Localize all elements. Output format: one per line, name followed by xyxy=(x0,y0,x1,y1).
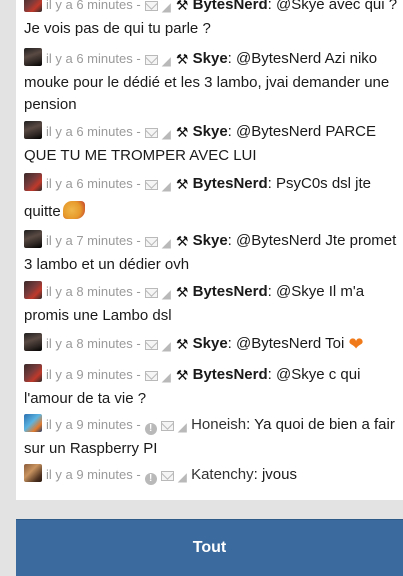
chat-message: il y a 7 minutes - ◢ ⚒ Skye: @BytesNerd Jt… xyxy=(24,230,403,276)
timestamp: il y a 6 minutes xyxy=(46,51,133,66)
chat-message: il y a 8 minutes - ◢ ⚒ Skye: @BytesNerd To… xyxy=(24,333,403,357)
hammer-icon: ⚒ xyxy=(175,124,189,140)
message-text: : @BytesNerd Jte promet xyxy=(227,232,397,249)
envelope-icon[interactable] xyxy=(144,1,158,11)
username[interactable]: Katenchy xyxy=(191,466,254,483)
avatar[interactable] xyxy=(24,464,42,482)
envelope-icon[interactable] xyxy=(160,421,174,431)
avatar[interactable] xyxy=(24,230,42,248)
message-text-line: sur un Raspberry PI xyxy=(24,440,158,457)
username[interactable]: BytesNerd xyxy=(193,175,268,192)
avatar[interactable] xyxy=(24,121,42,139)
username[interactable]: BytesNerd xyxy=(193,283,268,300)
timestamp: il y a 6 minutes xyxy=(46,124,133,139)
username[interactable]: Skye xyxy=(193,232,228,249)
hammer-icon: ⚒ xyxy=(175,336,189,352)
tag-icon[interactable]: ◢ xyxy=(162,123,171,145)
hammer-icon: ⚒ xyxy=(175,367,189,383)
envelope-icon[interactable] xyxy=(144,288,158,298)
avatar[interactable] xyxy=(24,0,42,12)
message-text-line: l'amour de ta vie ? xyxy=(24,390,147,407)
timestamp: il y a 9 minutes xyxy=(46,467,133,482)
chat-message: il y a 9 minutes -! ◢ Honeish: Ya quoi de… xyxy=(24,414,403,460)
avatar[interactable] xyxy=(24,48,42,66)
tag-icon[interactable]: ◢ xyxy=(162,366,171,388)
message-text: : @BytesNerd Toi xyxy=(227,335,345,352)
tag-icon[interactable]: ◢ xyxy=(162,283,171,305)
all-button[interactable]: Tout xyxy=(16,519,403,576)
tag-icon[interactable]: ◢ xyxy=(162,50,171,72)
tag-icon[interactable]: ◢ xyxy=(162,335,171,357)
message-text: : @BytesNerd Azi niko xyxy=(227,50,378,67)
avatar[interactable] xyxy=(24,364,42,382)
username[interactable]: Skye xyxy=(193,335,228,352)
timestamp: il y a 9 minutes xyxy=(46,367,133,382)
chat-message: il y a 6 minutes - ◢ ⚒ Skye: @BytesNerd PA… xyxy=(24,121,403,167)
message-text-line: quitte xyxy=(24,203,61,220)
username[interactable]: Honeish xyxy=(191,416,246,433)
tag-icon[interactable]: ◢ xyxy=(162,0,171,18)
tag-icon[interactable]: ◢ xyxy=(178,466,187,488)
message-text-line: promis une Lambo dsl xyxy=(24,307,172,324)
username[interactable]: BytesNerd xyxy=(193,366,268,383)
hammer-icon: ⚒ xyxy=(175,0,189,13)
message-text-line: pension xyxy=(24,96,77,113)
tag-icon[interactable]: ◢ xyxy=(162,232,171,254)
timestamp: il y a 8 minutes xyxy=(46,336,133,351)
envelope-icon[interactable] xyxy=(160,471,174,481)
message-text: : @BytesNerd PARCE xyxy=(227,123,376,140)
timestamp: il y a 6 minutes xyxy=(46,0,133,12)
hammer-icon: ⚒ xyxy=(175,284,189,300)
warning-icon[interactable]: ! xyxy=(144,473,157,485)
chat-message: il y a 6 minutes - ◢ ⚒ BytesNerd: @Skye av… xyxy=(24,0,403,40)
chat-message: il y a 9 minutes -! ◢ Katenchy: jvous xyxy=(24,464,403,488)
heart-emoji: ❤ xyxy=(348,334,364,354)
message-text-line: Je vois pas de qui tu parle ? xyxy=(24,20,211,37)
message-text-line: mouke pour le dédié et les 3 lambo, jvai… xyxy=(24,74,390,91)
username[interactable]: Skye xyxy=(193,123,228,140)
message-text: : PsyC0s dsl jte xyxy=(267,175,372,192)
message-text: : Ya quoi de bien a fair xyxy=(246,416,395,433)
hammer-icon: ⚒ xyxy=(175,51,189,67)
message-text-line: QUE TU ME TROMPER AVEC LUI xyxy=(24,147,257,164)
envelope-icon[interactable] xyxy=(144,55,158,65)
timestamp: il y a 6 minutes xyxy=(46,176,133,191)
message-text: : @Skye c qui xyxy=(267,366,361,383)
chat-message: il y a 8 minutes - ◢ ⚒ BytesNerd: @Skye Il… xyxy=(24,281,403,327)
message-text-line: 3 lambo et un dédier ovh xyxy=(24,256,190,273)
message-text: : @Skye Il m'a xyxy=(267,283,365,300)
avatar[interactable] xyxy=(24,333,42,351)
timestamp: il y a 8 minutes xyxy=(46,284,133,299)
envelope-icon[interactable] xyxy=(144,371,158,381)
envelope-icon[interactable] xyxy=(144,237,158,247)
envelope-icon[interactable] xyxy=(144,180,158,190)
chat-message: il y a 6 minutes - ◢ ⚒ Skye: @BytesNerd Az… xyxy=(24,48,403,116)
flexed-biceps-emoji xyxy=(62,201,85,219)
warning-icon[interactable]: ! xyxy=(144,423,157,435)
left-gutter xyxy=(0,0,16,500)
username[interactable]: Skye xyxy=(193,50,228,67)
tag-icon[interactable]: ◢ xyxy=(162,175,171,197)
tag-icon[interactable]: ◢ xyxy=(178,416,187,438)
chat-message: il y a 6 minutes - ◢ ⚒ BytesNerd: PsyC0s d… xyxy=(24,173,372,220)
avatar[interactable] xyxy=(24,414,42,432)
avatar[interactable] xyxy=(24,173,42,191)
message-text: : @Skye avec qui ? xyxy=(267,0,398,13)
username[interactable]: BytesNerd xyxy=(193,0,268,13)
avatar[interactable] xyxy=(24,281,42,299)
hammer-icon: ⚒ xyxy=(175,176,189,192)
timestamp: il y a 9 minutes xyxy=(46,417,133,432)
timestamp: il y a 7 minutes xyxy=(46,233,133,248)
chat-message: il y a 9 minutes - ◢ ⚒ BytesNerd: @Skye c … xyxy=(24,364,403,410)
hammer-icon: ⚒ xyxy=(175,233,189,249)
chat-panel[interactable]: il y a 6 minutes - ◢ ⚒ BytesNerd: @Skye av… xyxy=(16,0,403,500)
message-text: : jvous xyxy=(253,466,297,483)
envelope-icon[interactable] xyxy=(144,128,158,138)
envelope-icon[interactable] xyxy=(144,340,158,350)
